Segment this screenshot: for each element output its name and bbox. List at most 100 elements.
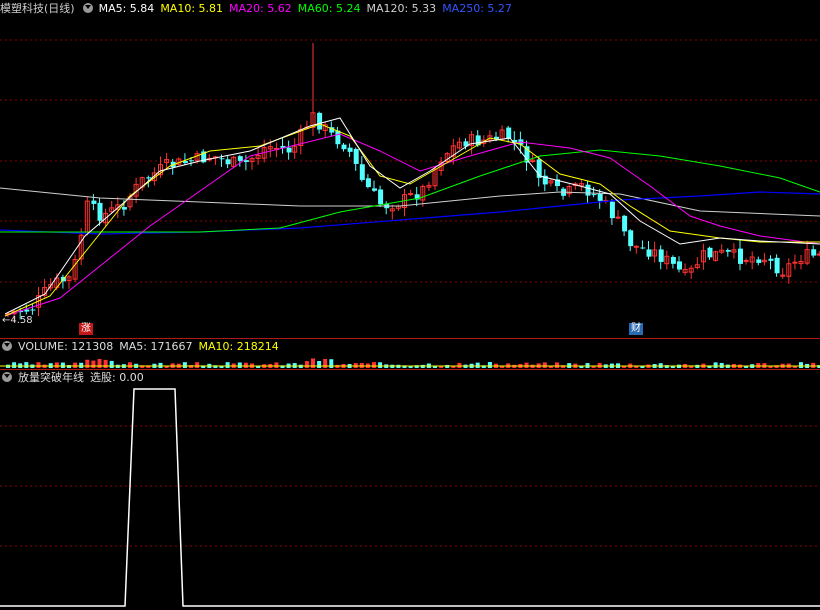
volume-bar: [274, 362, 279, 368]
event-badge-up[interactable]: 涨: [79, 323, 93, 335]
volume-bar: [128, 362, 132, 368]
volume-ma5-label: MA5: 171667: [119, 340, 193, 353]
candle-body: [756, 259, 762, 263]
indicator-name: 放量突破年线: [18, 371, 84, 384]
ma-indicator-label: MA10: 5.81: [160, 2, 224, 15]
candle-body: [408, 193, 414, 196]
volume-chart[interactable]: [0, 355, 820, 369]
volume-bar: [97, 358, 102, 368]
candle-body: [707, 247, 713, 258]
candle-body: [792, 261, 798, 264]
candle-body: [225, 159, 231, 165]
volume-bar: [359, 362, 364, 368]
chevron-down-icon[interactable]: [2, 341, 12, 351]
volume-bar: [719, 362, 724, 368]
candle-body: [725, 250, 731, 252]
ma-indicator-label: MA120: 5.33: [366, 2, 437, 15]
candle-body: [640, 247, 646, 249]
candle-body: [646, 249, 652, 257]
volume-header: VOLUME: 121308 MA5: 171667 MA10: 218214: [0, 339, 285, 355]
volume-bar: [79, 362, 84, 368]
signal-line: [0, 388, 820, 607]
volume-bar: [243, 362, 248, 368]
candle-body: [286, 147, 292, 153]
candle-body: [628, 230, 634, 247]
volume-bar: [12, 362, 17, 368]
ma10-line: [4, 123, 820, 317]
candle-body: [609, 201, 615, 219]
candle-body: [91, 200, 97, 204]
candle-body: [317, 112, 323, 130]
candle-body: [359, 164, 365, 180]
volume-bar: [475, 362, 480, 368]
candle-body: [97, 202, 103, 221]
candle-body: [353, 149, 359, 164]
candlestick-chart[interactable]: [0, 16, 820, 338]
candle-body: [243, 160, 249, 163]
candle-body: [597, 193, 603, 201]
candle-body: [670, 257, 676, 264]
ma-indicator-label: MA20: 5.62: [229, 2, 292, 15]
volume-bar: [487, 362, 492, 368]
volume-bar: [237, 362, 242, 368]
candle-body: [738, 248, 743, 264]
candle-body: [372, 188, 377, 191]
candle-body: [378, 189, 384, 205]
volume-bar: [60, 362, 65, 368]
volume-bar: [524, 362, 529, 368]
volume-bar: [36, 362, 41, 368]
candle-body: [30, 309, 36, 311]
candle-body: [677, 261, 682, 270]
candle-body: [622, 215, 628, 232]
volume-bar: [24, 362, 29, 368]
candle-body: [506, 127, 512, 139]
ma120-line: [0, 187, 820, 217]
volume-bar: [317, 361, 322, 368]
volume-bar: [311, 358, 315, 368]
volume-bar: [542, 362, 547, 368]
volume-bar: [323, 358, 328, 368]
ma20-line: [4, 133, 820, 317]
candle-body: [615, 216, 621, 219]
volume-bar: [73, 362, 78, 368]
volume-bar: [225, 362, 230, 368]
volume-bar: [158, 362, 163, 368]
candle-body: [774, 257, 780, 274]
volume-label: VOLUME: 121308: [18, 340, 114, 353]
chevron-down-icon[interactable]: [2, 372, 12, 382]
ma-indicator-label: MA5: 5.84: [98, 2, 155, 15]
candle-body: [189, 160, 194, 162]
event-badge-financial[interactable]: 财: [629, 323, 643, 335]
candle-body: [347, 147, 353, 152]
candle-body: [633, 245, 639, 248]
volume-bar: [799, 362, 803, 368]
candle-body: [121, 207, 127, 210]
candle-body: [219, 158, 225, 160]
candle-body: [591, 194, 597, 196]
volume-bar: [91, 360, 96, 368]
candle-body: [341, 144, 347, 150]
indicator-header: 放量突破年线 选股: 0.00: [0, 370, 150, 386]
volume-bar: [103, 359, 108, 368]
indicator-chart[interactable]: [0, 386, 820, 610]
volume-bar: [85, 359, 90, 368]
chevron-down-icon[interactable]: [82, 3, 93, 13]
volume-bar: [195, 362, 200, 368]
candle-body: [365, 178, 371, 188]
ma-indicator-label: MA60: 5.24: [297, 2, 361, 15]
candle-body: [146, 177, 152, 179]
volume-bar: [304, 361, 309, 368]
volume-ma10-label: MA10: 218214: [198, 340, 279, 353]
candle-body: [658, 249, 664, 262]
volume-bar: [329, 359, 334, 368]
chart-title: 模塑科技(日线): [0, 2, 75, 15]
ma5-line: [4, 117, 820, 315]
indicator-value: 选股: 0.00: [90, 371, 144, 384]
low-price-label: ←4.58: [2, 315, 33, 326]
candle-body: [743, 259, 749, 262]
volume-bar: [378, 362, 383, 368]
candle-body: [237, 156, 243, 161]
ma-indicator-label: MA250: 5.27: [442, 2, 512, 15]
candle-body: [585, 184, 591, 196]
volume-bar: [182, 362, 187, 368]
